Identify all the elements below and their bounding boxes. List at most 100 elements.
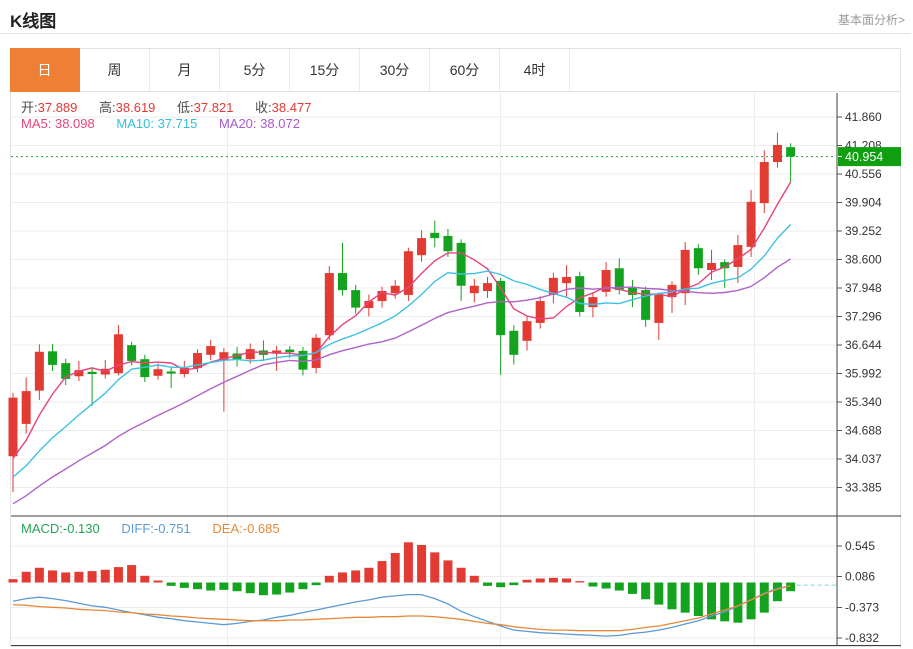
low-label: 低: (177, 100, 194, 115)
candle-body (483, 283, 492, 291)
price-axis-label: 33.385 (845, 481, 882, 495)
candle-body (206, 346, 215, 355)
macd-bar (9, 579, 18, 582)
tab-月[interactable]: 月 (150, 49, 220, 91)
candle-body (760, 162, 769, 203)
macd-axis-label: -0.373 (845, 600, 879, 614)
price-axis-label: 34.688 (845, 424, 882, 438)
price-axis-label: 41.860 (845, 110, 882, 124)
macd-bar (694, 583, 703, 616)
macd-bar (325, 576, 334, 583)
macd-bar (523, 580, 532, 583)
tab-日[interactable]: 日 (10, 48, 80, 92)
macd-bar (127, 565, 136, 582)
candle-body (523, 321, 532, 341)
macd-axis-label: -0.832 (845, 631, 879, 645)
candle-body (430, 233, 439, 238)
candle-body (694, 248, 703, 268)
macd-bar (351, 570, 360, 582)
candle-body (351, 290, 360, 307)
tab-15分[interactable]: 15分 (290, 49, 360, 91)
macd-bar (536, 578, 545, 582)
macd-bar (720, 583, 729, 622)
macd-bar (562, 578, 571, 582)
macd-bar (457, 568, 466, 583)
macd-bar (298, 583, 307, 590)
macd-readout: MACD:-0.130 DIFF:-0.751 DEA:-0.685 (21, 521, 280, 536)
candle-body (786, 147, 795, 156)
macd-bar (48, 570, 57, 582)
candle-body (575, 276, 584, 312)
macd-bar (615, 583, 624, 591)
macd-bar (575, 581, 584, 582)
page-title: K线图 (10, 7, 56, 32)
price-axis-label: 36.644 (845, 338, 882, 352)
macd-bar (114, 567, 123, 582)
macd-bar (628, 583, 637, 594)
candle-body (681, 250, 690, 293)
macd-bar (167, 583, 176, 586)
macd-bar (733, 583, 742, 623)
candle-body (246, 349, 255, 359)
tab-30分[interactable]: 30分 (360, 49, 430, 91)
macd-bar (470, 576, 479, 583)
candle-body (298, 351, 307, 370)
candle-body (773, 145, 782, 162)
tab-周[interactable]: 周 (80, 49, 150, 91)
macd-bar (602, 583, 611, 589)
candle-body (470, 286, 479, 293)
price-axis-label: 35.992 (845, 367, 882, 381)
macd-bar (246, 583, 255, 594)
macd-bar (760, 583, 769, 613)
ma5-label: MA5: (21, 116, 51, 131)
candle-body (285, 350, 294, 353)
macd-bar (88, 571, 97, 582)
ma5-value: 38.098 (55, 116, 95, 131)
macd-bar (206, 583, 215, 591)
title-divider (0, 33, 911, 34)
candle-body (588, 297, 597, 307)
macd-bar (773, 583, 782, 602)
macd-bar (417, 545, 426, 583)
macd-value: -0.130 (63, 521, 100, 536)
candle-body (443, 236, 452, 251)
macd-bar (153, 580, 162, 582)
ma5-line (13, 182, 791, 458)
candle-body (457, 243, 466, 286)
candle-body (417, 238, 426, 255)
macd-bar (259, 583, 268, 596)
open-value: 37.889 (38, 100, 78, 115)
diff-value: -0.751 (154, 521, 191, 536)
price-axis-label: 40.556 (845, 167, 882, 181)
current-price-badge-value: 40.954 (845, 150, 883, 164)
macd-bar (338, 572, 347, 582)
candle-body (22, 391, 31, 424)
macd-axis-label: 0.086 (845, 570, 875, 584)
candle-body (9, 398, 18, 457)
candle-body (654, 295, 663, 323)
tab-4时[interactable]: 4时 (500, 49, 570, 91)
price-axis-label: 39.904 (845, 196, 882, 210)
high-value: 38.619 (116, 100, 156, 115)
macd-bar (101, 570, 110, 583)
candle-body (88, 372, 97, 374)
period-tab-bar: 日周月5分15分30分60分4时 (10, 48, 901, 92)
fundamental-analysis-link[interactable]: 基本面分析> (838, 11, 905, 28)
macd-bar (285, 583, 294, 593)
dea-label: DEA: (212, 521, 242, 536)
candle-body (391, 286, 400, 293)
macd-bar (549, 578, 558, 583)
candle-body (562, 277, 571, 283)
ma20-label: MA20: (219, 116, 257, 131)
candle-body (127, 345, 136, 361)
macd-bar (378, 561, 387, 582)
price-axis-label: 38.600 (845, 253, 882, 267)
ma20-value: 38.072 (260, 116, 300, 131)
open-label: 开: (21, 100, 38, 115)
macd-bar (219, 583, 228, 590)
tab-60分[interactable]: 60分 (430, 49, 500, 91)
candle-body (707, 263, 716, 270)
diff-label: DIFF: (121, 521, 154, 536)
tab-5分[interactable]: 5分 (220, 49, 290, 91)
macd-bar (391, 553, 400, 582)
